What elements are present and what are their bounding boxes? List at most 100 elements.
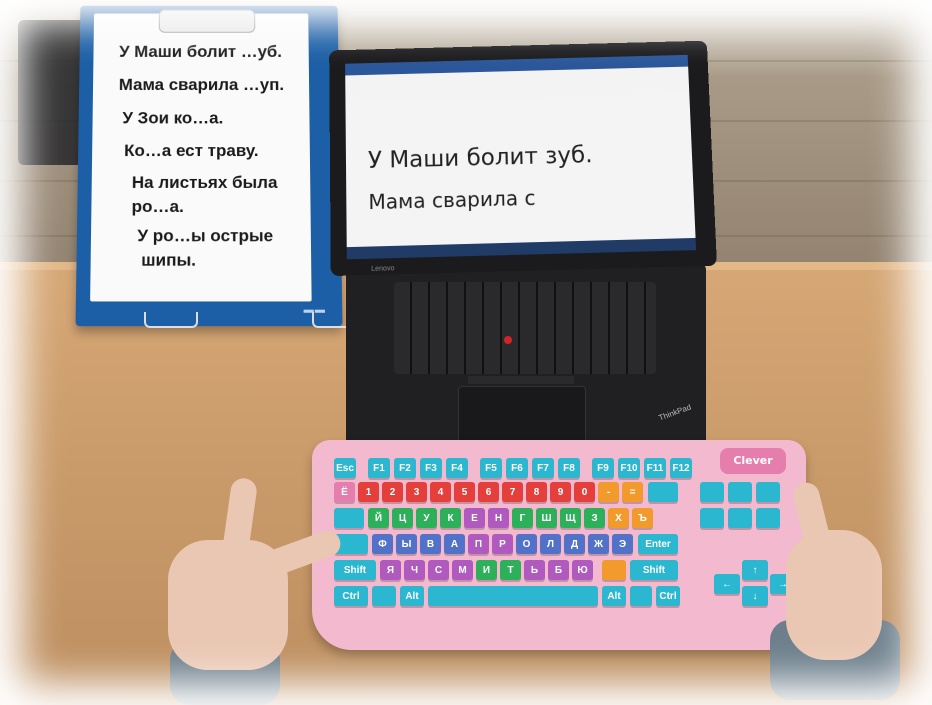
key-a-2[interactable]: В	[420, 534, 441, 554]
key-alt-left[interactable]: Alt	[400, 586, 424, 606]
key-tab[interactable]	[334, 508, 364, 528]
key-q-5[interactable]: Н	[488, 508, 509, 528]
key-q-8[interactable]: Щ	[560, 508, 581, 528]
key-q-6[interactable]: Г	[512, 508, 533, 528]
key-z-extra[interactable]	[602, 560, 626, 580]
key-alt-right[interactable]: Alt	[602, 586, 626, 606]
taskbar	[346, 237, 697, 260]
touchpad-buttons[interactable]	[468, 376, 574, 384]
card-line: ро…а.	[131, 196, 184, 217]
key-q-1[interactable]: Ц	[392, 508, 413, 528]
key-q-3[interactable]: К	[440, 508, 461, 528]
key-home[interactable]	[728, 482, 752, 502]
key-delete[interactable]	[700, 508, 724, 528]
key-enter[interactable]: Enter	[638, 534, 678, 554]
key-win[interactable]	[372, 586, 396, 606]
key-q-10[interactable]: Х	[608, 508, 629, 528]
key-f7[interactable]: F7	[532, 458, 554, 478]
card-line: У Зои ко…а.	[122, 108, 224, 128]
key-pagedown[interactable]	[756, 508, 780, 528]
card-line: У Маши болит …уб.	[119, 42, 283, 61]
key-z-7[interactable]: Б	[548, 560, 569, 580]
key-f6[interactable]: F6	[506, 458, 528, 478]
key-num-0[interactable]: Ё	[334, 482, 355, 502]
key-a-4[interactable]: П	[468, 534, 489, 554]
key-insert[interactable]	[700, 482, 724, 502]
key-q-11[interactable]: Ъ	[632, 508, 653, 528]
key-z-1[interactable]: Ч	[404, 560, 425, 580]
key-f1[interactable]: F1	[368, 458, 390, 478]
card-line: Мама сварила …уп.	[118, 75, 285, 94]
laptop-screen: У Маши болит зуб. Мама сварила с	[345, 54, 697, 260]
key-a-1[interactable]: Ы	[396, 534, 417, 554]
key-f12[interactable]: F12	[670, 458, 692, 478]
key-q-7[interactable]: Ш	[536, 508, 557, 528]
key-a-8[interactable]: Д	[564, 534, 585, 554]
key-a-0[interactable]: Ф	[372, 534, 393, 554]
key-z-6[interactable]: Ь	[524, 560, 545, 580]
key-ctrl-left[interactable]: Ctrl	[334, 586, 368, 606]
key-num-7[interactable]: 7	[502, 482, 523, 502]
key-f8[interactable]: F8	[558, 458, 580, 478]
card-line: Ко…а ест траву.	[124, 141, 259, 161]
key-f4[interactable]: F4	[446, 458, 468, 478]
key-num-10[interactable]: 0	[574, 482, 595, 502]
key-shift-left[interactable]: Shift	[334, 560, 376, 580]
key-f2[interactable]: F2	[394, 458, 416, 478]
brand-label: ThinkPad	[657, 402, 693, 423]
key-space[interactable]	[428, 586, 598, 606]
key-num-3[interactable]: 3	[406, 482, 427, 502]
key-shift-right[interactable]: Shift	[630, 560, 678, 580]
key-num-6[interactable]: 6	[478, 482, 499, 502]
key-a-10[interactable]: Э	[612, 534, 633, 554]
key-arrow-down[interactable]: ↓	[742, 586, 768, 606]
key-ctrl-right[interactable]: Ctrl	[656, 586, 680, 606]
key-num-8[interactable]: 8	[526, 482, 547, 502]
key-num-4[interactable]: 4	[430, 482, 451, 502]
card-line: У ро…ы острые	[137, 226, 274, 246]
key-f9[interactable]: F9	[592, 458, 614, 478]
key-backspace[interactable]	[648, 482, 678, 502]
key-esc[interactable]: Esc	[334, 458, 356, 478]
key-q-2[interactable]: У	[416, 508, 437, 528]
laptop-keyboard[interactable]	[394, 282, 656, 374]
document-line: Мама сварила с	[368, 185, 536, 215]
key-z-0[interactable]: Я	[380, 560, 401, 580]
key-num-5[interactable]: 5	[454, 482, 475, 502]
key-f5[interactable]: F5	[480, 458, 502, 478]
key-num-9[interactable]: 9	[550, 482, 571, 502]
stand-leg	[144, 312, 198, 328]
card-stand: У Маши болит …уб. Мама сварила …уп. У Зо…	[75, 5, 343, 327]
key-a-6[interactable]: О	[516, 534, 537, 554]
key-z-3[interactable]: М	[452, 560, 473, 580]
key-z-8[interactable]: Ю	[572, 560, 593, 580]
key-f10[interactable]: F10	[618, 458, 640, 478]
key-a-3[interactable]: А	[444, 534, 465, 554]
document-line: У Маши болит зуб.	[367, 142, 593, 174]
key-arrow-up[interactable]: ↑	[742, 560, 768, 580]
keyboard-logo: Clever	[720, 448, 786, 474]
key-f3[interactable]: F3	[420, 458, 442, 478]
key-num-11[interactable]: -	[598, 482, 619, 502]
key-q-9[interactable]: З	[584, 508, 605, 528]
key-a-7[interactable]: Л	[540, 534, 561, 554]
key-num-2[interactable]: 2	[382, 482, 403, 502]
right-hand	[786, 530, 882, 660]
key-menu[interactable]	[630, 586, 652, 606]
key-arrow-left[interactable]: ←	[714, 574, 740, 594]
key-num-1[interactable]: 1	[358, 482, 379, 502]
brand-label: Lenovo	[371, 265, 395, 273]
key-a-9[interactable]: Ж	[588, 534, 609, 554]
key-a-5[interactable]: Р	[492, 534, 513, 554]
key-z-4[interactable]: И	[476, 560, 497, 580]
key-z-5[interactable]: Т	[500, 560, 521, 580]
key-end[interactable]	[728, 508, 752, 528]
key-z-2[interactable]: С	[428, 560, 449, 580]
large-print-keyboard: Clever Esc F1 F2 F3 F4 F5 F6 F7 F8 F9 F10 F11 F12 Ё 1 2…	[312, 440, 806, 650]
trackpoint[interactable]	[504, 336, 512, 344]
key-q-0[interactable]: Й	[368, 508, 389, 528]
key-num-12[interactable]: =	[622, 482, 643, 502]
key-q-4[interactable]: Е	[464, 508, 485, 528]
key-f11[interactable]: F11	[644, 458, 666, 478]
key-pageup[interactable]	[756, 482, 780, 502]
